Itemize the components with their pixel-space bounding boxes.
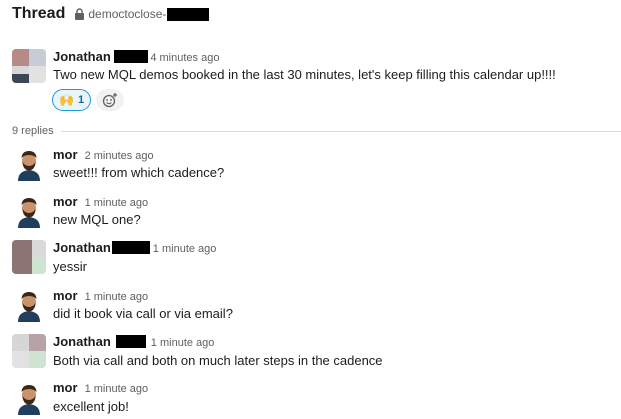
timestamp[interactable]: 1 minute ago xyxy=(151,337,215,349)
redacted-block xyxy=(115,335,146,348)
message-header: Jonathan 1 minute ago xyxy=(53,240,216,255)
author-name[interactable]: mor xyxy=(53,194,78,209)
thread-title: Thread xyxy=(12,5,66,22)
message-text: yessir xyxy=(53,259,87,274)
channel-name: democtoclose- xyxy=(88,7,167,21)
timestamp[interactable]: 1 minute ago xyxy=(85,197,149,209)
avatar[interactable] xyxy=(12,194,46,228)
timestamp[interactable]: 1 minute ago xyxy=(153,243,217,255)
replies-count: 9 replies xyxy=(12,125,54,137)
add-emoji-icon xyxy=(102,93,118,108)
message-header: Jonathan 1 minute ago xyxy=(53,334,214,349)
timestamp[interactable]: 2 minutes ago xyxy=(85,150,154,162)
avatar[interactable] xyxy=(12,240,46,274)
message-text: Two new MQL demos booked in the last 30 … xyxy=(53,67,556,82)
author-name[interactable]: Jonathan xyxy=(53,334,111,349)
avatar[interactable] xyxy=(12,288,46,322)
message-header: mor 1 minute ago xyxy=(53,288,148,303)
message-header: Jonathan F 4 minutes ago xyxy=(53,49,219,64)
author-name[interactable]: Jonathan xyxy=(53,240,111,255)
message-text: Both via call and both on much later ste… xyxy=(53,353,383,368)
redacted-block xyxy=(114,50,149,63)
divider-line xyxy=(60,130,621,132)
avatar[interactable] xyxy=(12,49,46,83)
lock-icon xyxy=(75,8,85,20)
message-header: mor 1 minute ago xyxy=(53,194,148,209)
message-text: new MQL one? xyxy=(53,212,141,227)
author-name[interactable]: mor xyxy=(53,380,78,395)
avatar[interactable] xyxy=(12,381,46,415)
reaction-count: 1 xyxy=(77,94,85,106)
message-header: mor 2 minutes ago xyxy=(53,147,154,162)
message-text: did it book via call or via email? xyxy=(53,306,233,321)
timestamp[interactable]: 1 minute ago xyxy=(85,383,149,395)
avatar[interactable] xyxy=(12,147,46,181)
raised-hands-icon: 🙌 xyxy=(59,93,74,107)
channel-link[interactable]: democtoclose- xyxy=(74,7,210,21)
timestamp[interactable]: 1 minute ago xyxy=(85,291,149,303)
timestamp[interactable]: 4 minutes ago xyxy=(150,52,219,64)
reaction-pill[interactable]: 🙌 1 xyxy=(52,89,92,111)
thread-header: Thread democtoclose- xyxy=(12,3,210,25)
avatar[interactable] xyxy=(12,334,46,368)
message-text: sweet!!! from which cadence? xyxy=(53,165,225,180)
author-name[interactable]: mor xyxy=(53,147,78,162)
author-name[interactable]: mor xyxy=(53,288,78,303)
replies-divider: 9 replies xyxy=(12,124,621,138)
author-name[interactable]: Jonathan F xyxy=(53,49,122,64)
message-header: mor 1 minute ago xyxy=(53,380,148,395)
reactions-row: 🙌 1 xyxy=(52,89,125,111)
add-reaction-button[interactable] xyxy=(96,89,125,111)
redacted-block xyxy=(167,7,210,21)
message-text: excellent job! xyxy=(53,399,129,414)
redacted-block xyxy=(111,241,150,254)
